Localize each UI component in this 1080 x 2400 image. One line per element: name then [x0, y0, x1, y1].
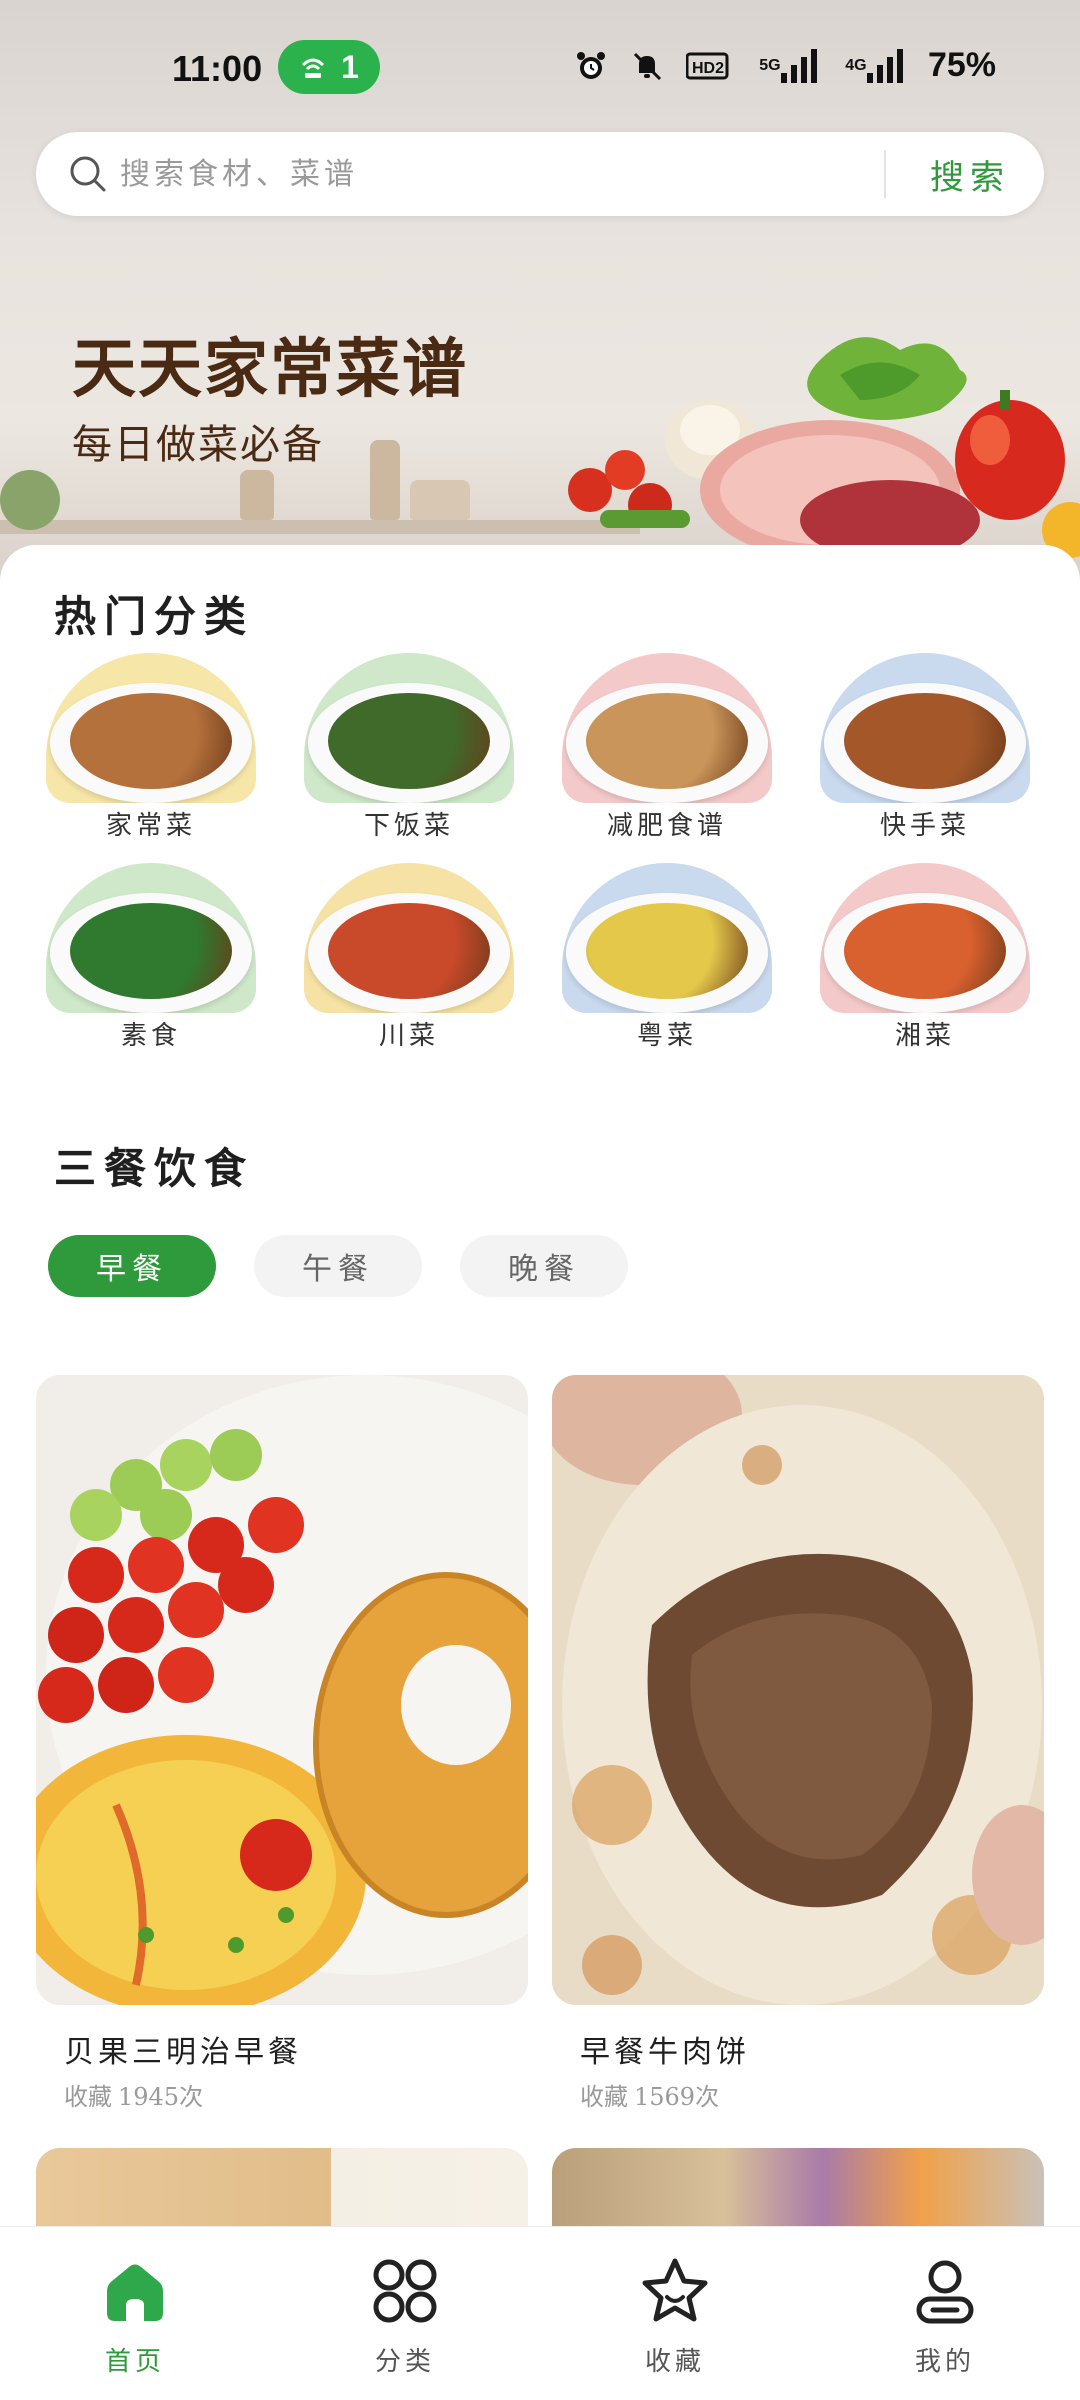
search-bar: 搜索 — [36, 132, 1044, 216]
nav-home-label: 首页 — [104, 2347, 165, 2377]
beef-pie-photo — [552, 1375, 1044, 2005]
banner-bottle — [370, 440, 400, 520]
nav-home[interactable]: 首页 — [0, 2227, 270, 2400]
category-food — [844, 693, 1006, 789]
category-food — [328, 903, 490, 999]
category-image — [820, 653, 1030, 803]
category-item[interactable]: 下饭菜 — [304, 653, 514, 841]
status-bar: 11:00 1 HD2 5G 4G 75% — [0, 0, 1080, 140]
nav-category-label: 分类 — [374, 2347, 435, 2377]
nav-favorites-label: 收藏 — [644, 2347, 705, 2377]
recipe-image[interactable] — [552, 1375, 1044, 2005]
signal-bars — [780, 48, 817, 83]
category-food — [844, 903, 1006, 999]
hotspot-icon — [302, 58, 325, 78]
recipe-name: 贝果三明治早餐 — [64, 2035, 302, 2070]
recipe-grid: 贝果三明治早餐 收藏 1945次 早餐牛肉饼 收藏 1569次 — [36, 1375, 1044, 2268]
category-image — [46, 863, 256, 1013]
category-image — [304, 653, 514, 803]
battery-level: 75% — [927, 46, 996, 84]
hot-categories-title: 热门分类 — [54, 592, 255, 641]
category-label: 减肥食谱 — [606, 811, 727, 841]
hotspot-indicator[interactable]: 1 — [278, 40, 380, 94]
bottom-nav: 首页 分类 收藏 我的 — [0, 2226, 1080, 2400]
banner-bottle — [240, 470, 274, 520]
category-label: 快手菜 — [879, 811, 970, 841]
recipe-favorites: 收藏 1945次 — [36, 2077, 528, 2112]
search-button[interactable]: 搜索 — [896, 132, 1044, 216]
banner-jar — [410, 480, 470, 520]
alarm-icon — [574, 49, 608, 83]
status-icons: HD2 5G 4G 75% — [574, 46, 996, 85]
recipe-card[interactable]: 贝果三明治早餐 收藏 1945次 — [36, 1375, 528, 2112]
category-food — [586, 903, 748, 999]
nav-category[interactable]: 分类 — [270, 2227, 540, 2400]
signal-4g-icon: 4G — [842, 48, 906, 83]
recipe-favorites: 收藏 1569次 — [552, 2077, 1044, 2112]
signal-bars — [866, 48, 903, 83]
banner-title: 天天家常菜谱 — [72, 333, 468, 407]
favorites-label: 收藏 — [580, 2083, 628, 2111]
category-icon — [373, 2259, 437, 2323]
mute-icon — [630, 49, 664, 83]
category-item[interactable]: 家常菜 — [46, 653, 256, 841]
banner-shelf — [0, 520, 640, 534]
nav-profile-label: 我的 — [914, 2347, 975, 2377]
category-image — [46, 653, 256, 803]
category-food — [70, 693, 232, 789]
meal-tab[interactable]: 早餐 — [48, 1235, 216, 1297]
favorites-count: 1945次 — [118, 2083, 204, 2111]
category-item[interactable]: 素食 — [46, 863, 256, 1051]
meals-title: 三餐饮食 — [54, 1144, 255, 1193]
network-tag-4g: 4G — [845, 56, 867, 74]
category-label: 素食 — [120, 1021, 181, 1051]
category-image — [304, 863, 514, 1013]
nav-profile[interactable]: 我的 — [810, 2227, 1080, 2400]
category-label: 家常菜 — [105, 811, 196, 841]
category-grid: 家常菜 下饭菜 减肥食谱 快手菜素食 川菜 粤菜 湘菜 — [46, 653, 1036, 1051]
bagel-sandwich-photo — [36, 1375, 528, 2005]
category-label: 下饭菜 — [363, 811, 454, 841]
status-time: 11:00 — [172, 48, 263, 89]
recipe-name: 早餐牛肉饼 — [580, 2035, 750, 2070]
meal-tab[interactable]: 午餐 — [254, 1235, 422, 1297]
category-food — [70, 903, 232, 999]
signal-5g-icon: 5G — [756, 48, 820, 83]
category-label: 粤菜 — [636, 1021, 697, 1051]
category-item[interactable]: 川菜 — [304, 863, 514, 1051]
home-icon — [107, 2264, 163, 2321]
category-label: 川菜 — [378, 1021, 439, 1051]
favorites-label: 收藏 — [64, 2083, 112, 2111]
search-divider — [884, 150, 886, 198]
star-icon — [642, 2258, 708, 2322]
hd-tag-text: HD2 — [692, 60, 724, 77]
recipe-card[interactable]: 早餐牛肉饼 收藏 1569次 — [552, 1375, 1044, 2112]
meal-tabs: 早餐 午餐 晚餐 — [48, 1235, 628, 1297]
category-label: 湘菜 — [894, 1021, 955, 1051]
banner-plant — [0, 470, 60, 530]
category-item[interactable]: 粤菜 — [562, 863, 772, 1051]
nav-favorites[interactable]: 收藏 — [540, 2227, 810, 2400]
network-tag-5g: 5G — [759, 56, 781, 74]
meal-tab[interactable]: 晚餐 — [460, 1235, 628, 1297]
hd-icon: HD2 — [685, 49, 734, 83]
search-input[interactable] — [120, 146, 900, 202]
search-icon — [70, 156, 106, 192]
user-icon — [916, 2260, 974, 2324]
banner-vegetables-image — [568, 337, 1080, 560]
category-food — [586, 693, 748, 789]
banner-subtitle: 每日做菜必备 — [72, 422, 324, 468]
category-image — [562, 863, 772, 1013]
category-item[interactable]: 湘菜 — [820, 863, 1030, 1051]
hotspot-count: 1 — [341, 48, 359, 85]
category-image — [820, 863, 1030, 1013]
category-item[interactable]: 快手菜 — [820, 653, 1030, 841]
category-item[interactable]: 减肥食谱 — [562, 653, 772, 841]
category-food — [328, 693, 490, 789]
main-content: 热门分类 家常菜 下饭菜 减肥食谱 快手菜素食 川菜 粤菜 湘菜 三餐饮食 早餐 午餐 晚餐 — [0, 545, 1080, 2268]
category-image — [562, 653, 772, 803]
favorites-count: 1569次 — [634, 2083, 720, 2111]
recipe-image[interactable] — [36, 1375, 528, 2005]
